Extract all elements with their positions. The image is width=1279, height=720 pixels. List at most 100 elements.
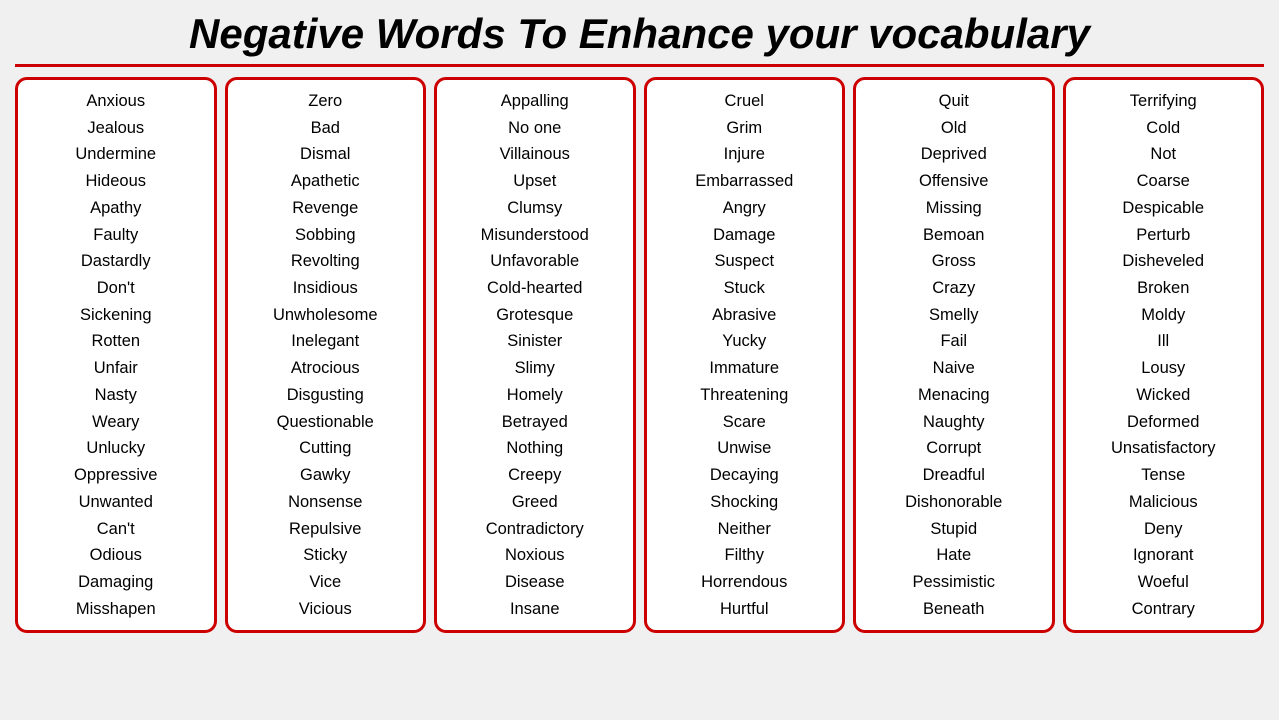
list-item: Apathy: [90, 195, 141, 222]
list-item: Naive: [933, 355, 975, 382]
list-item: Faulty: [93, 222, 138, 249]
page-title: Negative Words To Enhance your vocabular…: [15, 10, 1264, 67]
list-item: Sobbing: [295, 222, 356, 249]
list-item: Menacing: [918, 382, 990, 409]
list-item: Embarrassed: [695, 168, 793, 195]
list-item: Hate: [936, 542, 971, 569]
list-item: Contradictory: [486, 516, 584, 543]
page: Negative Words To Enhance your vocabular…: [0, 0, 1279, 643]
list-item: Misunderstood: [481, 222, 589, 249]
list-item: Abrasive: [712, 302, 776, 329]
list-item: Dismal: [300, 141, 350, 168]
list-item: Sticky: [303, 542, 347, 569]
list-item: Bad: [311, 115, 340, 142]
list-item: Jealous: [87, 115, 144, 142]
list-item: Apathetic: [291, 168, 360, 195]
list-item: Repulsive: [289, 516, 361, 543]
list-item: Smelly: [929, 302, 979, 329]
list-item: Vice: [309, 569, 341, 596]
list-item: Cutting: [299, 435, 351, 462]
list-item: Deny: [1144, 516, 1183, 543]
list-item: Damage: [713, 222, 775, 249]
list-item: Nasty: [95, 382, 137, 409]
word-column-3: AppallingNo oneVillainousUpsetClumsyMisu…: [434, 77, 636, 633]
list-item: Hideous: [85, 168, 146, 195]
list-item: Undermine: [75, 141, 156, 168]
list-item: Pessimistic: [912, 569, 995, 596]
list-item: Wicked: [1136, 382, 1190, 409]
list-item: Suspect: [714, 248, 774, 275]
list-item: Anxious: [86, 88, 145, 115]
list-item: Deformed: [1127, 409, 1199, 436]
list-item: Broken: [1137, 275, 1189, 302]
list-item: Angry: [723, 195, 766, 222]
list-item: Damaging: [78, 569, 153, 596]
list-item: Inelegant: [291, 328, 359, 355]
list-item: Dastardly: [81, 248, 151, 275]
list-item: Missing: [926, 195, 982, 222]
list-item: Cruel: [725, 88, 764, 115]
list-item: Threatening: [700, 382, 788, 409]
list-item: Neither: [718, 516, 771, 543]
list-item: Villainous: [500, 141, 570, 168]
list-item: Crazy: [932, 275, 975, 302]
list-item: Greed: [512, 489, 558, 516]
list-item: Revenge: [292, 195, 358, 222]
list-item: Stupid: [930, 516, 977, 543]
list-item: Unfair: [94, 355, 138, 382]
list-item: Upset: [513, 168, 556, 195]
list-item: Corrupt: [926, 435, 981, 462]
list-item: Fail: [940, 328, 967, 355]
list-item: Terrifying: [1130, 88, 1197, 115]
list-item: Vicious: [299, 596, 352, 623]
list-item: Betrayed: [502, 409, 568, 436]
list-item: Rotten: [91, 328, 140, 355]
list-item: Weary: [92, 409, 139, 436]
word-column-6: TerrifyingColdNotCoarseDespicablePerturb…: [1063, 77, 1265, 633]
list-item: Malicious: [1129, 489, 1198, 516]
list-item: Dreadful: [923, 462, 985, 489]
list-item: Woeful: [1138, 569, 1189, 596]
list-item: Filthy: [725, 542, 764, 569]
list-item: Injure: [724, 141, 765, 168]
list-item: Clumsy: [507, 195, 562, 222]
list-item: Creepy: [508, 462, 561, 489]
list-item: Slimy: [515, 355, 555, 382]
list-item: Contrary: [1132, 596, 1195, 623]
list-item: Unwholesome: [273, 302, 378, 329]
columns-container: AnxiousJealousUndermineHideousApathyFaul…: [15, 77, 1264, 633]
list-item: Atrocious: [291, 355, 360, 382]
list-item: Bemoan: [923, 222, 984, 249]
list-item: Decaying: [710, 462, 779, 489]
list-item: Zero: [308, 88, 342, 115]
list-item: Ill: [1157, 328, 1169, 355]
list-item: Shocking: [710, 489, 778, 516]
list-item: Not: [1150, 141, 1176, 168]
list-item: Beneath: [923, 596, 984, 623]
list-item: Naughty: [923, 409, 984, 436]
list-item: Horrendous: [701, 569, 787, 596]
word-column-1: AnxiousJealousUndermineHideousApathyFaul…: [15, 77, 217, 633]
list-item: Don't: [97, 275, 135, 302]
list-item: Noxious: [505, 542, 565, 569]
list-item: Unsatisfactory: [1111, 435, 1216, 462]
list-item: Misshapen: [76, 596, 156, 623]
list-item: Can't: [97, 516, 135, 543]
word-column-4: CruelGrimInjureEmbarrassedAngryDamageSus…: [644, 77, 846, 633]
list-item: Perturb: [1136, 222, 1190, 249]
list-item: Grim: [726, 115, 762, 142]
list-item: Insidious: [293, 275, 358, 302]
list-item: Cold: [1146, 115, 1180, 142]
list-item: Insane: [510, 596, 560, 623]
list-item: Ignorant: [1133, 542, 1194, 569]
list-item: Despicable: [1122, 195, 1204, 222]
list-item: Nonsense: [288, 489, 362, 516]
list-item: Nothing: [506, 435, 563, 462]
list-item: Oppressive: [74, 462, 157, 489]
list-item: Unwise: [717, 435, 771, 462]
list-item: Moldy: [1141, 302, 1185, 329]
list-item: Scare: [723, 409, 766, 436]
list-item: Revolting: [291, 248, 360, 275]
list-item: Questionable: [277, 409, 374, 436]
list-item: Old: [941, 115, 967, 142]
